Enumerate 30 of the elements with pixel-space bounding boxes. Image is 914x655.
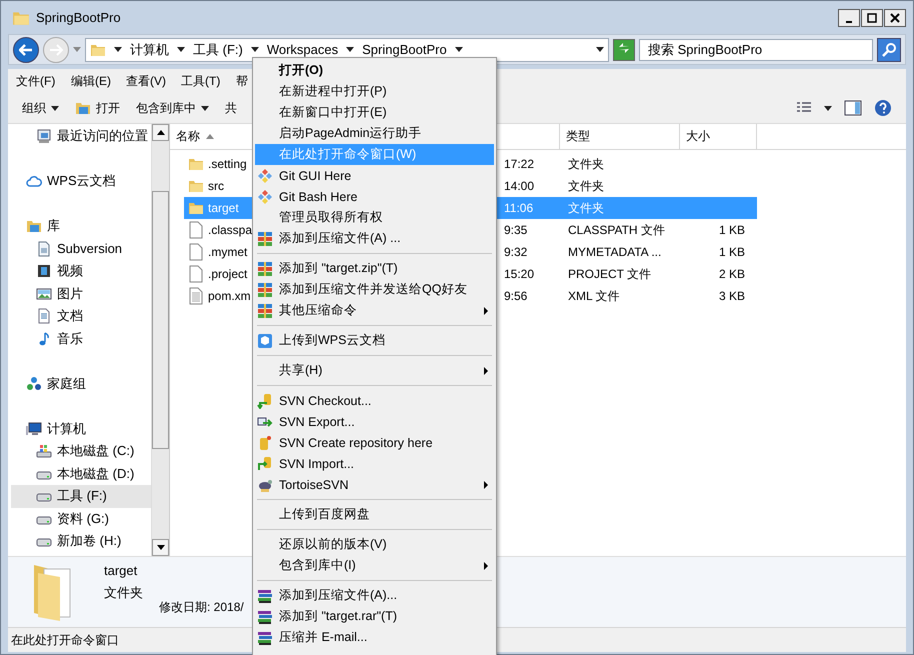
file-size: 3 KB (718, 288, 746, 305)
modified-time: 15:20 (503, 266, 536, 283)
file-name: .mymet (208, 245, 248, 259)
modified-time: 9:35 (503, 222, 528, 239)
file-size: 1 KB (718, 244, 746, 261)
status-text: 在此处打开命令窗口 (11, 632, 119, 648)
file-type: XML 文件 (567, 288, 621, 305)
modified-time: 9:56 (503, 288, 528, 305)
window-title: SpringBootPro (36, 10, 122, 25)
file-size: 1 KB (718, 222, 746, 239)
file-size: 2 KB (718, 266, 746, 283)
file-name: pom.xm (208, 289, 251, 303)
file-type: 文件夹 (567, 200, 605, 217)
modified-date: 修改日期: 2018/ (159, 599, 244, 616)
file-type: CLASSPATH 文件 (567, 222, 666, 239)
file-name: .classpa (208, 223, 252, 237)
item-name: target (104, 563, 138, 578)
file-type: PROJECT 文件 (567, 266, 652, 283)
item-type: 文件夹 (104, 584, 143, 602)
modified-time: 17:22 (503, 156, 536, 173)
file-name: .setting (208, 157, 247, 171)
modified-time: 9:32 (503, 244, 528, 261)
file-type: 文件夹 (567, 178, 605, 195)
modified-time: 14:00 (503, 178, 536, 195)
file-type: 文件夹 (567, 156, 605, 173)
file-name: .project (208, 267, 248, 281)
modified-time: 11:06 (503, 200, 534, 217)
file-name: src (208, 179, 224, 193)
file-name: target (208, 201, 239, 215)
file-type: MYMETADATA ... (567, 244, 662, 261)
